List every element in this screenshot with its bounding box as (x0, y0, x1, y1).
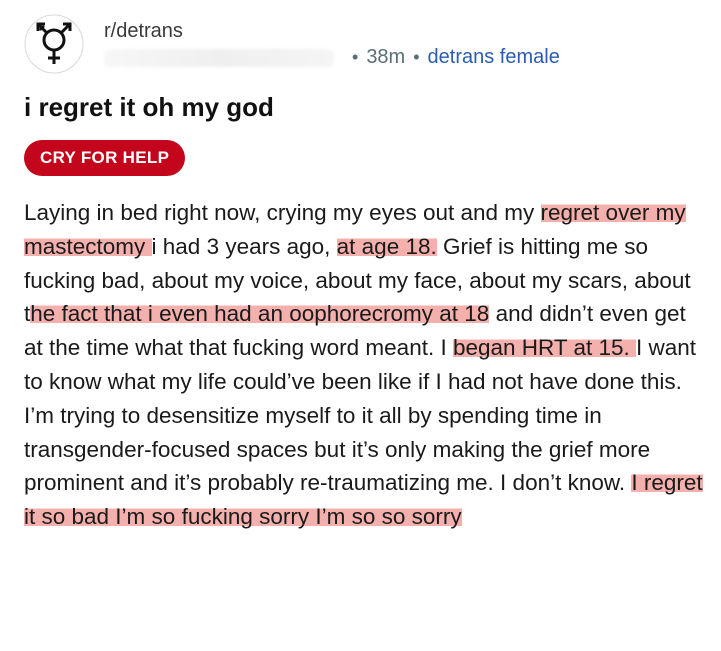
highlighted-text: began HRT at 15. (452, 335, 637, 361)
post-meta: • 38m • detrans female (104, 46, 684, 69)
separator-dot: • (352, 47, 359, 67)
post-title[interactable]: i regret it oh my god (24, 92, 274, 123)
post-time: 38m (366, 46, 406, 68)
post-header: r/detrans • 38m • detrans female (24, 14, 704, 84)
subreddit-name[interactable]: r/detrans (104, 20, 183, 43)
separator-dot: • (413, 47, 420, 67)
redacted-username (104, 48, 334, 67)
post-body: Laying in bed right now, crying my eyes … (24, 196, 708, 534)
highlighted-text: at age 18. (336, 233, 437, 259)
user-flair: detrans female (427, 46, 560, 68)
body-text-segment: Laying in bed right now, crying my eyes … (24, 200, 541, 225)
highlighted-text: he fact that i even had an oophorecromy … (30, 301, 490, 327)
post-flair-badge[interactable]: CRY FOR HELP (24, 140, 186, 176)
gender-symbol-icon[interactable] (24, 14, 84, 74)
body-text-segment: i had 3 years ago, (151, 233, 337, 259)
